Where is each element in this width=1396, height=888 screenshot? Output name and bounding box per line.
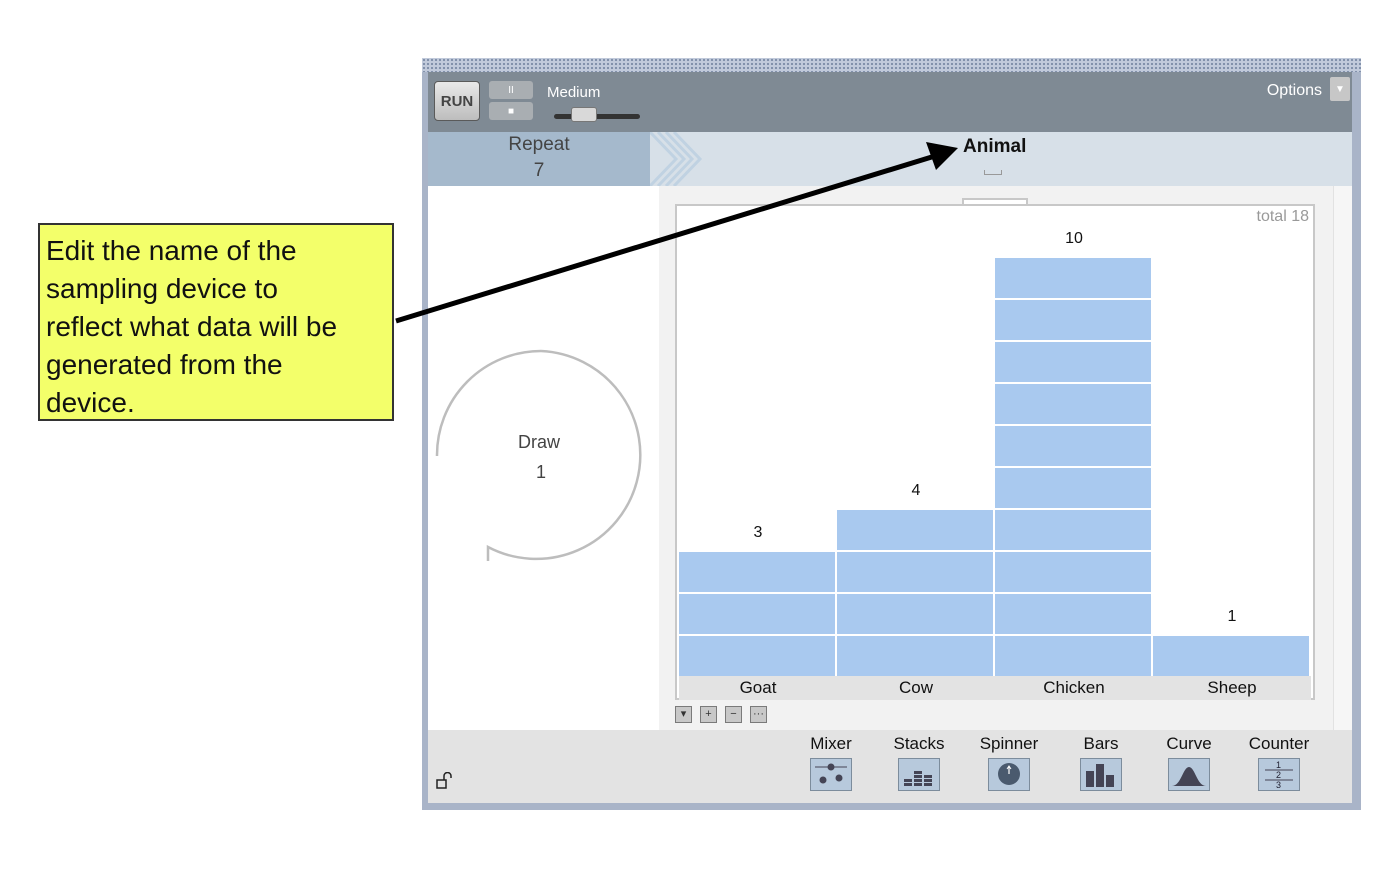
annotation-callout: Edit the name of the sampling device to …	[38, 223, 394, 421]
stack-cell	[679, 550, 835, 592]
pause-button[interactable]: II	[489, 81, 533, 99]
stack-cell	[995, 466, 1151, 508]
device-stacks-label: Stacks	[893, 734, 945, 753]
unlock-icon[interactable]	[436, 771, 452, 795]
stack-cell	[995, 382, 1151, 424]
device-counter-label: Counter	[1248, 734, 1310, 753]
stack-cell	[1153, 634, 1309, 676]
draw-panel: Draw 1	[428, 186, 659, 730]
stack-cell	[995, 508, 1151, 550]
device-curve-label: Curve	[1166, 734, 1212, 753]
repeat-control[interactable]: Repeat 7	[428, 132, 650, 186]
device-bars[interactable]: Bars	[1066, 734, 1136, 791]
stacks-icon[interactable]	[898, 758, 940, 791]
mixer-icon[interactable]	[810, 758, 852, 791]
stack-cell	[837, 634, 993, 676]
svg-text:3: 3	[1276, 780, 1281, 790]
repeat-label: Repeat	[508, 134, 570, 155]
device-counter[interactable]: Counter 1 2 3	[1244, 734, 1314, 791]
speed-slider-track[interactable]	[554, 114, 640, 119]
stop-button[interactable]: ■	[489, 102, 533, 120]
total-label: total 18	[1256, 208, 1309, 225]
options-dropdown-icon[interactable]: ▼	[1330, 77, 1350, 101]
callout-line-5: device.	[46, 387, 135, 418]
stacks-controls: ▾ + − ···	[675, 706, 767, 723]
canvas-scrollbar[interactable]	[1333, 186, 1352, 730]
collapse-button[interactable]: ▾	[675, 706, 692, 723]
sampler-header: Repeat 7 Animal	[428, 132, 1352, 186]
device-spinner[interactable]: Spinner	[974, 734, 1044, 791]
draw-value[interactable]: 1	[536, 462, 546, 483]
app-window: RUN II ■ Medium Options ▼ Repeat 7 Anima…	[422, 58, 1361, 810]
stack-cell	[995, 634, 1151, 676]
stack-count-label: 4	[911, 482, 921, 499]
stack-cell	[995, 424, 1151, 466]
category-label[interactable]: Goat	[679, 676, 837, 700]
callout-line-4: generated from the	[46, 349, 283, 380]
stack-column	[679, 550, 835, 676]
stack-cell	[995, 592, 1151, 634]
spinner-icon[interactable]	[988, 758, 1030, 791]
device-stacks[interactable]: Stacks	[884, 734, 954, 791]
device-spinner-label: Spinner	[979, 734, 1039, 753]
speed-slider-thumb[interactable]	[571, 107, 597, 122]
callout-line-2: sampling device to	[46, 273, 278, 304]
category-row: Goat Cow Chicken Sheep	[679, 676, 1311, 700]
window-grip[interactable]	[422, 58, 1361, 72]
stack-cell	[995, 256, 1151, 298]
more-button[interactable]: ···	[750, 706, 767, 723]
repeat-value[interactable]: 7	[428, 160, 650, 182]
device-mixer-label: Mixer	[810, 734, 852, 753]
device-mixer[interactable]: Mixer	[796, 734, 866, 791]
svg-text:2: 2	[1276, 770, 1281, 780]
remove-button[interactable]: −	[725, 706, 742, 723]
stack-cell	[995, 340, 1151, 382]
stacks-plot-area: 3 4 10 1	[679, 230, 1311, 676]
curve-icon[interactable]	[1168, 758, 1210, 791]
chevron-right-icon	[650, 132, 703, 186]
category-label[interactable]: Sheep	[1153, 676, 1311, 700]
stack-cell	[837, 592, 993, 634]
category-label[interactable]: Cow	[837, 676, 995, 700]
stack-cell	[837, 550, 993, 592]
bars-icon[interactable]	[1080, 758, 1122, 791]
options-button[interactable]: Options	[1267, 82, 1322, 100]
stack-cell	[679, 634, 835, 676]
category-label[interactable]: Chicken	[995, 676, 1153, 700]
speed-label: Medium	[547, 84, 601, 101]
stack-column	[995, 256, 1151, 676]
counter-icon[interactable]: 1 2 3	[1258, 758, 1300, 791]
device-palette: Mixer Stacks Spinner Bars Curve Counter …	[428, 730, 1352, 803]
stack-cell	[679, 592, 835, 634]
callout-line-1: Edit the name of the	[46, 235, 297, 266]
device-name-field[interactable]: Animal	[963, 136, 1026, 158]
toolbar: RUN II ■ Medium Options ▼	[428, 72, 1352, 132]
stack-cell	[837, 508, 993, 550]
stack-count-label: 1	[1227, 608, 1237, 625]
stack-cell	[995, 298, 1151, 340]
device-curve[interactable]: Curve	[1154, 734, 1224, 791]
model-canvas: Draw 1 total 18 3 4 10 1 Goat Cow Chicken Shee…	[428, 186, 1352, 730]
stack-cell	[995, 550, 1151, 592]
draw-label: Draw	[518, 432, 561, 452]
stack-count-label: 3	[753, 524, 763, 541]
stack-column	[837, 508, 993, 676]
svg-text:1: 1	[1276, 760, 1281, 770]
stacks-device: total 18 3 4 10 1 Goat Cow Chicken Sheep	[675, 204, 1315, 700]
device-name-handle[interactable]	[984, 170, 1002, 175]
callout-line-3: reflect what data will be	[46, 311, 338, 342]
device-bars-label: Bars	[1083, 734, 1119, 753]
add-button[interactable]: +	[700, 706, 717, 723]
stack-column	[1153, 634, 1309, 676]
draw-circle-icon[interactable]	[428, 186, 659, 730]
run-button[interactable]: RUN	[434, 81, 480, 121]
stack-count-label: 10	[1065, 230, 1083, 247]
